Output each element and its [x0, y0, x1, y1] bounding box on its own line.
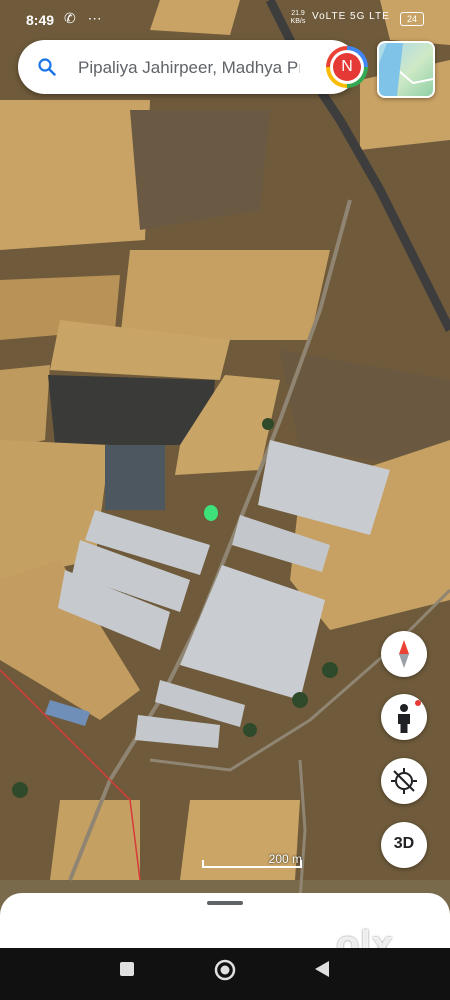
status-bar: 8:49 ✆ ⋯ 21.9 KB/s VoLTE 5G LTE 24 — [0, 0, 450, 38]
back-icon[interactable] — [313, 960, 331, 978]
avatar-letter: N — [333, 53, 361, 81]
3d-toggle-button[interactable]: 3D — [381, 822, 427, 868]
drag-handle[interactable] — [207, 901, 243, 905]
network-speed-value: 21.9 — [291, 10, 305, 17]
home-icon[interactable] — [213, 958, 237, 982]
compass-button[interactable] — [381, 631, 427, 677]
map-scale: 200 m — [202, 852, 302, 870]
search-icon[interactable] — [38, 58, 56, 76]
search-bar[interactable]: Pipaliya Jahirpeer, Madhya Pı N — [18, 40, 368, 94]
scale-bar — [202, 860, 302, 868]
recents-icon[interactable] — [118, 960, 136, 978]
compass-icon — [399, 640, 409, 668]
3d-label: 3D — [393, 835, 415, 852]
system-nav-bar — [0, 948, 450, 1000]
street-view-button[interactable] — [381, 694, 427, 740]
map-thumbnail-icon — [379, 43, 433, 96]
network-indicators: VoLTE 5G LTE — [312, 11, 390, 22]
gps-off-icon — [391, 768, 417, 794]
street-view-icon — [398, 700, 421, 733]
network-speed: 21.9 KB/s — [287, 10, 309, 26]
network-speed-unit: KB/s — [290, 18, 306, 25]
clock: 8:49 — [26, 12, 55, 28]
battery-icon: 24 — [400, 12, 424, 26]
map-layers-button[interactable] — [377, 41, 435, 98]
account-avatar[interactable]: N — [326, 46, 368, 88]
my-location-button[interactable] — [381, 758, 427, 804]
search-query[interactable]: Pipaliya Jahirpeer, Madhya Pı — [78, 58, 300, 78]
notification-icons: ✆ ⋯ — [64, 10, 106, 26]
